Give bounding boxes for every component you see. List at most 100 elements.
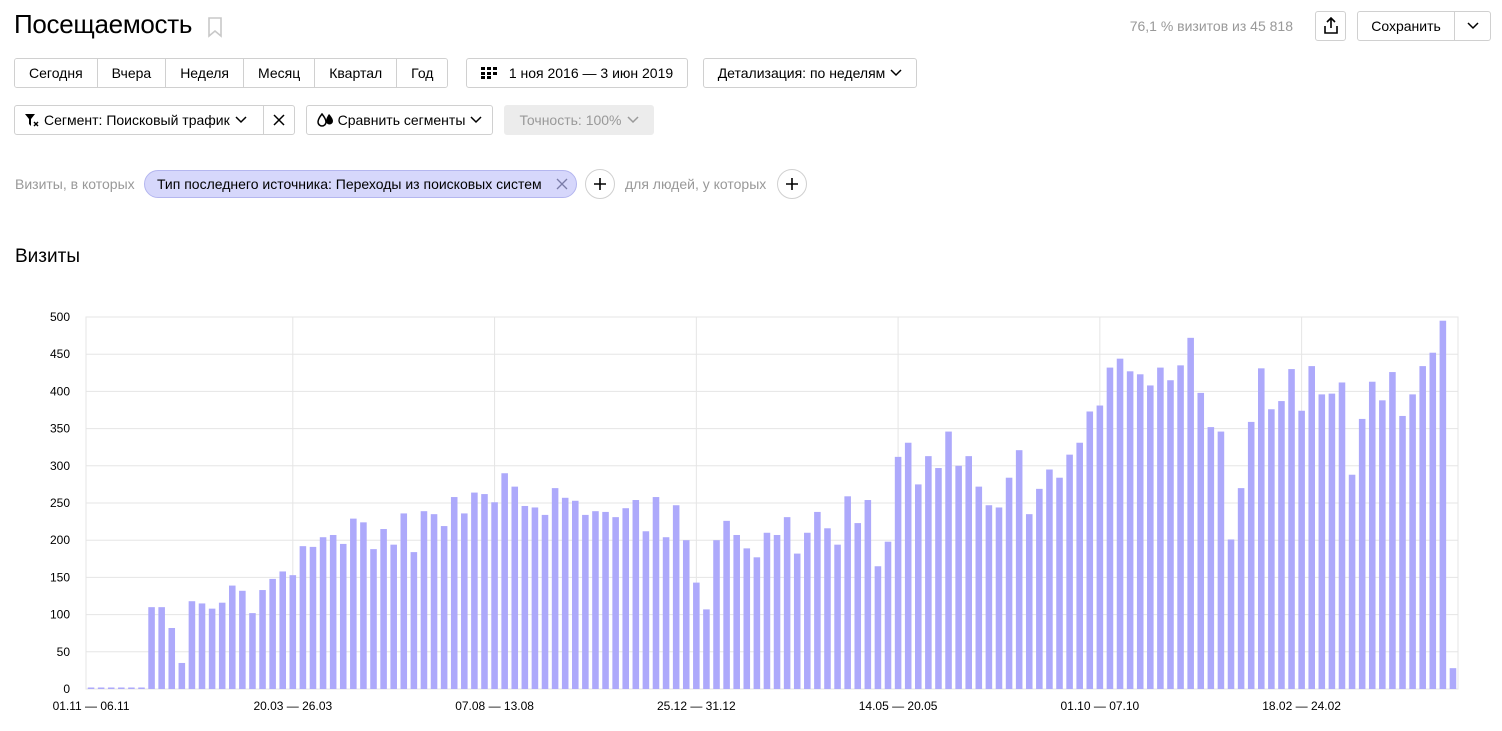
bar[interactable]	[299, 546, 307, 689]
period-year-button[interactable]: Год	[397, 59, 448, 87]
bar[interactable]	[1147, 385, 1154, 689]
bar[interactable]	[269, 578, 276, 689]
bar[interactable]	[1106, 367, 1114, 689]
bar[interactable]	[158, 607, 165, 689]
bar[interactable]	[218, 602, 226, 689]
bar[interactable]	[279, 571, 286, 689]
bar[interactable]	[693, 582, 700, 689]
bar[interactable]	[995, 507, 1003, 689]
bar[interactable]	[1005, 477, 1013, 689]
bar[interactable]	[1348, 474, 1356, 689]
bar[interactable]	[824, 528, 831, 689]
bar[interactable]	[471, 492, 478, 689]
bar[interactable]	[481, 494, 488, 689]
bar[interactable]	[662, 537, 670, 689]
bar[interactable]	[733, 534, 740, 689]
bar[interactable]	[440, 526, 448, 689]
bar[interactable]	[1278, 401, 1285, 689]
bar[interactable]	[1389, 372, 1396, 689]
compare-segments-dropdown[interactable]: Сравнить сегменты	[306, 105, 493, 135]
bar[interactable]	[783, 517, 791, 689]
bar[interactable]	[339, 543, 347, 689]
bar[interactable]	[541, 514, 549, 689]
bar[interactable]	[945, 431, 952, 689]
bar[interactable]	[430, 514, 438, 689]
bar[interactable]	[1046, 469, 1053, 689]
bar[interactable]	[1025, 514, 1033, 689]
bar[interactable]	[491, 502, 498, 689]
save-button[interactable]: Сохранить	[1357, 11, 1455, 41]
bar[interactable]	[289, 575, 297, 689]
bar[interactable]	[148, 607, 155, 689]
bar[interactable]	[1056, 477, 1063, 689]
bar[interactable]	[1157, 367, 1164, 689]
bar[interactable]	[461, 513, 468, 689]
bar[interactable]	[97, 687, 105, 689]
bar[interactable]	[128, 687, 135, 689]
bar[interactable]	[1328, 393, 1336, 689]
bar[interactable]	[864, 500, 872, 689]
bar[interactable]	[894, 456, 902, 689]
bar[interactable]	[572, 500, 579, 689]
segment-clear-button[interactable]	[263, 105, 295, 135]
bar[interactable]	[682, 540, 690, 689]
bar[interactable]	[935, 468, 942, 689]
bar[interactable]	[400, 513, 408, 689]
bar[interactable]	[259, 590, 266, 689]
bar[interactable]	[1187, 337, 1194, 689]
period-yesterday-button[interactable]: Вчера	[97, 59, 167, 87]
bar[interactable]	[874, 566, 882, 689]
bar[interactable]	[531, 507, 539, 689]
bar[interactable]	[1116, 358, 1124, 689]
close-icon[interactable]	[556, 178, 568, 190]
bar[interactable]	[975, 486, 983, 689]
bar[interactable]	[1227, 539, 1235, 689]
bar[interactable]	[561, 497, 569, 689]
bar[interactable]	[1358, 418, 1366, 689]
bar[interactable]	[884, 541, 892, 689]
bar[interactable]	[642, 531, 650, 689]
add-people-condition-button[interactable]	[777, 169, 807, 199]
bar[interactable]	[854, 523, 862, 689]
bar[interactable]	[1086, 411, 1094, 689]
bar[interactable]	[814, 511, 821, 689]
bar[interactable]	[652, 497, 660, 689]
bar[interactable]	[1338, 382, 1346, 689]
bar[interactable]	[1399, 415, 1406, 689]
bar[interactable]	[1268, 409, 1275, 689]
bar[interactable]	[915, 484, 922, 689]
bar[interactable]	[1298, 410, 1305, 689]
bar[interactable]	[309, 546, 317, 689]
bar[interactable]	[188, 601, 196, 689]
bar[interactable]	[1368, 381, 1376, 689]
bar[interactable]	[1379, 400, 1386, 689]
bar[interactable]	[985, 505, 993, 689]
bar[interactable]	[168, 627, 176, 689]
bar[interactable]	[632, 500, 640, 689]
bar[interactable]	[551, 488, 559, 689]
bar[interactable]	[319, 537, 327, 689]
bar[interactable]	[138, 687, 145, 689]
bar[interactable]	[511, 486, 519, 689]
bar[interactable]	[1036, 488, 1043, 689]
bar[interactable]	[87, 687, 95, 689]
bar[interactable]	[1136, 374, 1144, 689]
bar[interactable]	[723, 520, 730, 689]
bar[interactable]	[1096, 405, 1104, 689]
bar[interactable]	[1177, 365, 1184, 689]
bar[interactable]	[521, 505, 529, 689]
bar[interactable]	[793, 553, 801, 689]
bar[interactable]	[229, 585, 236, 689]
bar[interactable]	[602, 511, 609, 689]
accuracy-dropdown[interactable]: Точность: 100%	[504, 105, 654, 135]
bar[interactable]	[1217, 431, 1225, 689]
bar[interactable]	[1318, 394, 1326, 689]
bar[interactable]	[410, 552, 418, 689]
bar[interactable]	[612, 517, 619, 689]
bar[interactable]	[753, 557, 761, 689]
bar[interactable]	[955, 465, 962, 689]
bar[interactable]	[350, 518, 357, 689]
period-quarter-button[interactable]: Квартал	[315, 59, 398, 87]
bookmark-icon[interactable]	[207, 16, 223, 38]
bar[interactable]	[249, 613, 256, 689]
